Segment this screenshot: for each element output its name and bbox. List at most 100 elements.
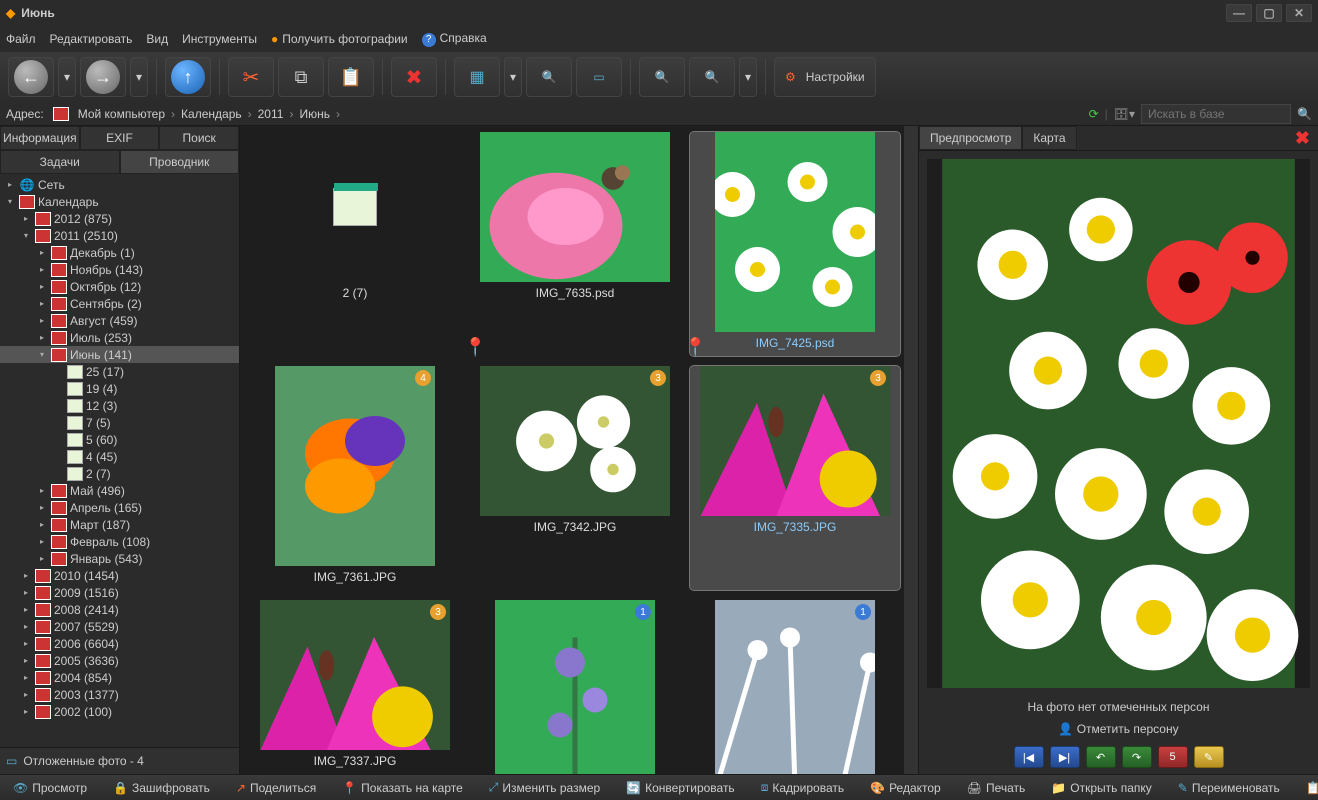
prev-edit-button[interactable]: ✎ xyxy=(1194,746,1224,768)
tree-item[interactable]: 7 (5) xyxy=(0,414,239,431)
tree-item[interactable]: ▸Декабрь (1) xyxy=(0,244,239,261)
tree-item[interactable]: ▸Март (187) xyxy=(0,516,239,533)
tree-item[interactable]: 4 (45) xyxy=(0,448,239,465)
view-dropdown[interactable]: ▾ xyxy=(504,57,522,97)
rename-button[interactable]: ✎Переименовать xyxy=(1169,778,1289,798)
editor-button[interactable]: 🎨Редактор xyxy=(861,778,950,798)
tree-toggle[interactable]: ▸ xyxy=(20,571,32,580)
menu-get-photos[interactable]: Получить фотографии xyxy=(271,32,408,46)
tab-explorer[interactable]: Проводник xyxy=(120,150,240,174)
deferred-bar[interactable]: ▭ Отложенные фото - 4 xyxy=(0,747,239,774)
tree-item[interactable]: 2 (7) xyxy=(0,465,239,482)
tree-toggle[interactable]: ▸ xyxy=(20,639,32,648)
tab-info[interactable]: Информация xyxy=(0,126,80,150)
search-go-icon[interactable]: 🔍 xyxy=(1297,107,1312,121)
tree-item[interactable]: ▸Ноябрь (143) xyxy=(0,261,239,278)
search-input[interactable] xyxy=(1141,104,1291,124)
tree-item[interactable]: 12 (3) xyxy=(0,397,239,414)
gallery[interactable]: 2 (7)📍IMG_7635.psd📍IMG_7425.psd4IMG_7361… xyxy=(240,126,918,774)
tree-toggle[interactable]: ▾ xyxy=(36,350,48,359)
tree-item[interactable]: ▸2006 (6604) xyxy=(0,635,239,652)
tree-item[interactable]: ▸Январь (543) xyxy=(0,550,239,567)
tab-exif[interactable]: EXIF xyxy=(80,126,160,150)
resize-button[interactable]: ⤢Изменить размер xyxy=(480,777,609,798)
tree-toggle[interactable]: ▸ xyxy=(36,282,48,291)
tree-toggle[interactable]: ▸ xyxy=(36,248,48,257)
maximize-button[interactable]: ▢ xyxy=(1256,4,1282,22)
prev-redo-button[interactable]: ↷ xyxy=(1122,746,1152,768)
tree-item[interactable]: ▸2008 (2414) xyxy=(0,601,239,618)
breadcrumb-item[interactable]: Июнь xyxy=(299,107,346,121)
close-button[interactable]: ✕ xyxy=(1286,4,1312,22)
thumbnail-item[interactable]: 4IMG_7361.JPG xyxy=(250,366,460,590)
breadcrumb-item[interactable]: Календарь xyxy=(181,107,258,121)
prev-count-button[interactable]: 5 xyxy=(1158,746,1188,768)
settings-button[interactable]: ⚙ Настройки xyxy=(774,57,876,97)
breadcrumb-item[interactable]: Мой компьютер xyxy=(78,107,181,121)
tree-toggle[interactable]: ▸ xyxy=(20,690,32,699)
tab-preview[interactable]: Предпросмотр xyxy=(919,126,1022,150)
menu-view[interactable]: Вид xyxy=(146,32,168,46)
thumbnail-item[interactable]: 📍IMG_7425.psd xyxy=(690,132,900,356)
prev-first-button[interactable]: |◀ xyxy=(1014,746,1044,768)
breadcrumb-item[interactable]: 2011 xyxy=(258,107,300,121)
thumbnail-item[interactable]: 2 (7) xyxy=(250,132,460,356)
tree-item[interactable]: ▾Календарь xyxy=(0,193,239,210)
tree-item[interactable]: 19 (4) xyxy=(0,380,239,397)
paste-button[interactable]: 📋 xyxy=(328,57,374,97)
tree-item[interactable]: ▸Февраль (108) xyxy=(0,533,239,550)
tree-toggle[interactable]: ▸ xyxy=(20,605,32,614)
show-on-map-button[interactable]: 📍Показать на карте xyxy=(333,778,472,798)
nav-up-button[interactable]: ↑ xyxy=(165,57,211,97)
tree-toggle[interactable]: ▸ xyxy=(36,520,48,529)
zoom-in-button[interactable]: 🔍 xyxy=(639,57,685,97)
tree-item[interactable]: ▸🌐Сеть xyxy=(0,176,239,193)
tree-item[interactable]: ▾Июнь (141) xyxy=(0,346,239,363)
tree-toggle[interactable]: ▸ xyxy=(36,333,48,342)
preview-close-button[interactable]: ✖ xyxy=(1287,128,1318,149)
prev-last-button[interactable]: ▶| xyxy=(1050,746,1080,768)
tree-toggle[interactable]: ▸ xyxy=(36,316,48,325)
print-button[interactable]: 🖨Печать xyxy=(958,778,1035,798)
tree-toggle[interactable]: ▸ xyxy=(20,214,32,223)
preview-image[interactable] xyxy=(927,159,1310,688)
tree-item[interactable]: ▸2012 (875) xyxy=(0,210,239,227)
menu-help[interactable]: Справка xyxy=(422,31,487,47)
tree-item[interactable]: ▸2009 (1516) xyxy=(0,584,239,601)
tree-item[interactable]: ▾2011 (2510) xyxy=(0,227,239,244)
thumbnail-item[interactable]: 1img_4117.psd xyxy=(690,600,900,774)
tree-toggle[interactable]: ▸ xyxy=(20,622,32,631)
tree-toggle[interactable]: ▸ xyxy=(36,265,48,274)
nav-back-dropdown[interactable]: ▾ xyxy=(58,57,76,97)
tree-item[interactable]: ▸Октябрь (12) xyxy=(0,278,239,295)
tree-item[interactable]: ▸2003 (1377) xyxy=(0,686,239,703)
menu-file[interactable]: Файл xyxy=(6,32,36,46)
view-preview-button[interactable]: 🔍 xyxy=(526,57,572,97)
tree-toggle[interactable]: ▸ xyxy=(20,673,32,682)
tree-item[interactable]: ▸Август (459) xyxy=(0,312,239,329)
tree-toggle[interactable]: ▸ xyxy=(36,503,48,512)
menu-tools[interactable]: Инструменты xyxy=(182,32,257,46)
tree-toggle[interactable]: ▸ xyxy=(4,180,16,189)
tree-toggle[interactable]: ▸ xyxy=(36,299,48,308)
prev-undo-button[interactable]: ↶ xyxy=(1086,746,1116,768)
tree-item[interactable]: ▸2007 (5529) xyxy=(0,618,239,635)
tab-tasks[interactable]: Задачи xyxy=(0,150,120,174)
tab-map[interactable]: Карта xyxy=(1022,126,1076,150)
database-icon[interactable]: 🗄▾ xyxy=(1114,107,1135,121)
tree-item[interactable]: ▸Май (496) xyxy=(0,482,239,499)
tree-toggle[interactable]: ▸ xyxy=(20,707,32,716)
nav-forward-button[interactable]: → xyxy=(80,57,126,97)
nav-back-button[interactable]: ← xyxy=(8,57,54,97)
tree-item[interactable]: ▸2010 (1454) xyxy=(0,567,239,584)
thumbnail-item[interactable]: 1📍img_7979.jpg xyxy=(470,600,680,774)
mark-person-button[interactable]: 👤 Отметить персону xyxy=(919,718,1318,740)
folder-tree[interactable]: ▸🌐Сеть▾Календарь▸2012 (875)▾2011 (2510)▸… xyxy=(0,174,239,747)
gallery-scrollbar[interactable] xyxy=(904,126,918,774)
cut-button[interactable]: ✂ xyxy=(228,57,274,97)
tree-toggle[interactable]: ▸ xyxy=(20,588,32,597)
refresh-icon[interactable]: ⟳ xyxy=(1089,107,1099,121)
convert-button[interactable]: 🔄Конвертировать xyxy=(617,778,744,798)
crop-button[interactable]: ⧈Кадрировать xyxy=(752,777,853,798)
view-thumbnails-button[interactable]: ▦ xyxy=(454,57,500,97)
